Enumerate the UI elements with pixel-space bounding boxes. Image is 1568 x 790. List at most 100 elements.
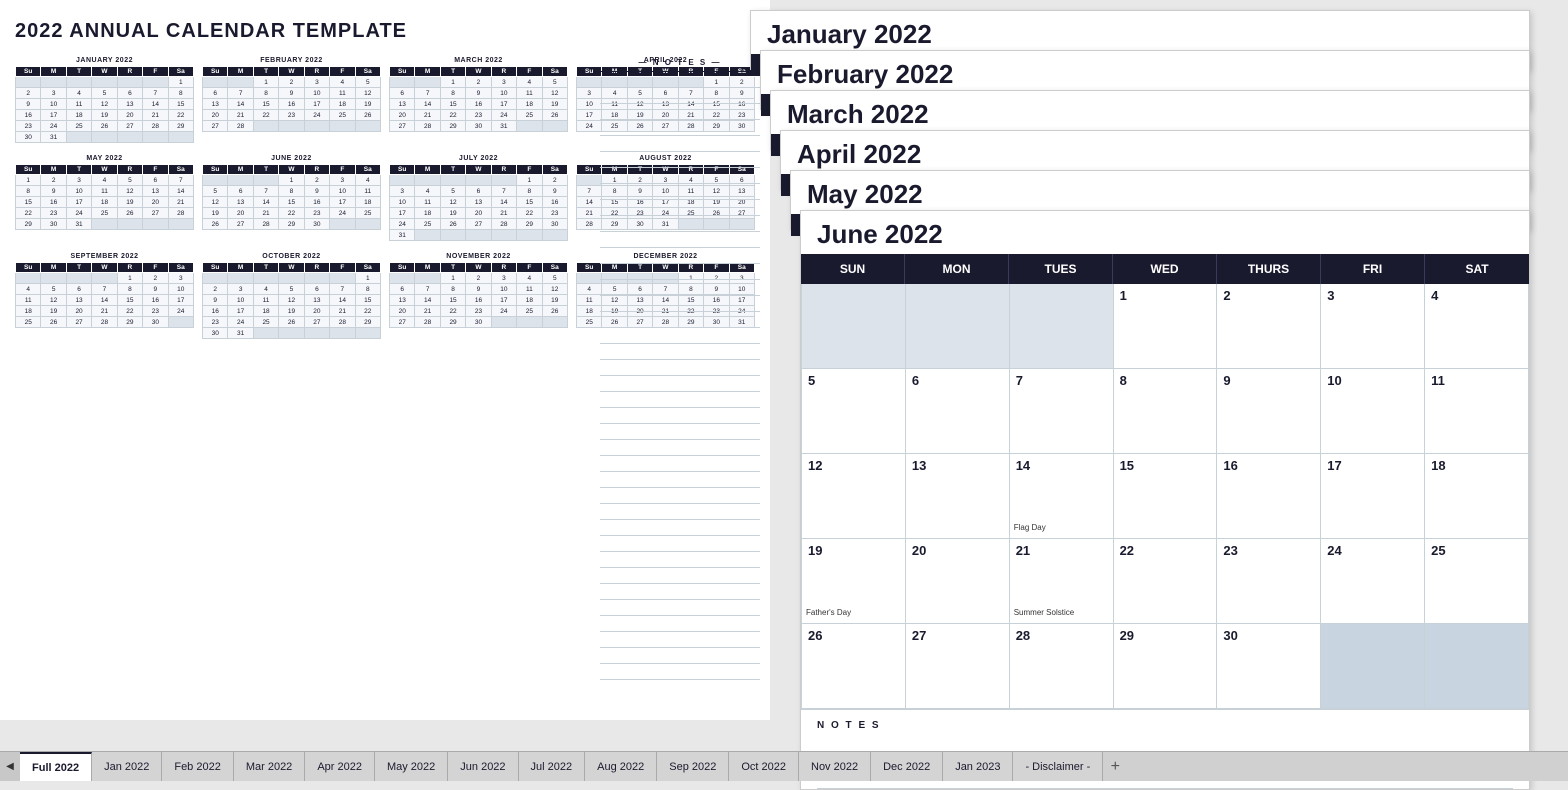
notes-line — [600, 456, 760, 472]
notes-line — [600, 440, 760, 456]
tab-jul-2022[interactable]: Jul 2022 — [519, 752, 586, 782]
mini-calendar-march: MARCH 2022SuMTWRFSa123456789101112131415… — [389, 57, 568, 143]
june-cell: 24 — [1321, 539, 1425, 624]
mini-calendar-may: MAY 2022SuMTWRFSa12345678910111213141516… — [15, 155, 194, 241]
june-cell: 30 — [1217, 624, 1321, 709]
notes-line — [600, 136, 760, 152]
june-cell: 18 — [1425, 454, 1529, 539]
notes-line — [600, 88, 760, 104]
tab-oct-2022[interactable]: Oct 2022 — [729, 752, 799, 782]
tab-add-button[interactable]: + — [1103, 752, 1127, 782]
notes-line — [600, 552, 760, 568]
tab-aug-2022[interactable]: Aug 2022 — [585, 752, 657, 782]
notes-line — [600, 312, 760, 328]
june-cell: 1 — [1114, 284, 1218, 369]
tab-sep-2022[interactable]: Sep 2022 — [657, 752, 729, 782]
tab---disclaimer--[interactable]: - Disclaimer - — [1013, 752, 1103, 782]
june-cell: 17 — [1321, 454, 1425, 539]
june-cell: 22 — [1114, 539, 1218, 624]
notes-line — [600, 344, 760, 360]
notes-line — [600, 184, 760, 200]
notes-line — [600, 120, 760, 136]
june-cell: 7 — [1010, 369, 1114, 454]
june-cell: 6 — [906, 369, 1010, 454]
tab-jun-2022[interactable]: Jun 2022 — [448, 752, 518, 782]
jan-title: January 2022 — [751, 11, 1529, 54]
notes-line — [600, 232, 760, 248]
notes-line — [600, 296, 760, 312]
june-header: SUNMONTUESWEDTHURSFRISAT — [801, 254, 1529, 284]
june-cell — [906, 284, 1010, 369]
june-cell: 11 — [1425, 369, 1529, 454]
tab-apr-2022[interactable]: Apr 2022 — [305, 752, 375, 782]
notes-line — [600, 408, 760, 424]
tab-dec-2022[interactable]: Dec 2022 — [871, 752, 943, 782]
notes-line — [600, 504, 760, 520]
notes-line — [600, 632, 760, 648]
notes-line — [600, 168, 760, 184]
notes-line — [600, 72, 760, 88]
notes-line — [600, 520, 760, 536]
notes-line — [600, 664, 760, 680]
notes-line — [600, 392, 760, 408]
notes-section: — N O T E S — — [600, 58, 760, 680]
june-cell: 10 — [1321, 369, 1425, 454]
may-title: May 2022 — [791, 171, 1529, 214]
notes-line — [600, 488, 760, 504]
june-cell: 28 — [1010, 624, 1114, 709]
apr-title: April 2022 — [781, 131, 1529, 174]
notes-line — [600, 600, 760, 616]
notes-line — [600, 648, 760, 664]
june-cell: 4 — [1425, 284, 1529, 369]
june-notes-label: N O T E S — [801, 709, 1529, 741]
notes-line — [600, 376, 760, 392]
tab-may-2022[interactable]: May 2022 — [375, 752, 448, 782]
tab-feb-2022[interactable]: Feb 2022 — [162, 752, 233, 782]
notes-line — [600, 536, 760, 552]
notes-line — [600, 248, 760, 264]
panel-june: June 2022 SUNMONTUESWEDTHURSFRISAT 12345… — [800, 210, 1530, 790]
mar-title: March 2022 — [771, 91, 1529, 134]
june-cell — [1425, 624, 1529, 709]
notes-line — [600, 152, 760, 168]
june-cell: 8 — [1114, 369, 1218, 454]
tab-nov-2022[interactable]: Nov 2022 — [799, 752, 871, 782]
notes-line — [600, 104, 760, 120]
june-cell: 25 — [1425, 539, 1529, 624]
tab-full-2022[interactable]: Full 2022 — [20, 752, 92, 782]
june-cell: 27 — [906, 624, 1010, 709]
june-cell — [1010, 284, 1114, 369]
tab-bar: ◀ Full 2022Jan 2022Feb 2022Mar 2022Apr 2… — [0, 751, 1568, 781]
jun-title: June 2022 — [801, 211, 1529, 254]
notes-line — [600, 280, 760, 296]
tab-jan-2022[interactable]: Jan 2022 — [92, 752, 162, 782]
notes-line — [600, 360, 760, 376]
june-cell: 20 — [906, 539, 1010, 624]
june-cell: 13 — [906, 454, 1010, 539]
mini-calendar-october: OCTOBER 2022SuMTWRFSa1234567891011121314… — [202, 253, 381, 339]
june-cell: 14Flag Day — [1010, 454, 1114, 539]
page-title: 2022 ANNUAL CALENDAR TEMPLATE — [15, 20, 755, 43]
mini-calendar-september: SEPTEMBER 2022SuMTWRFSa12345678910111213… — [15, 253, 194, 339]
tab-nav-prev[interactable]: ◀ — [0, 752, 20, 782]
notes-line — [600, 328, 760, 344]
june-cell: 9 — [1217, 369, 1321, 454]
june-calendar: SUNMONTUESWEDTHURSFRISAT 123456789101112… — [801, 254, 1529, 709]
mini-calendar-july: JULY 2022SuMTWRFSa1234567891011121314151… — [389, 155, 568, 241]
tab-jan-2023[interactable]: Jan 2023 — [943, 752, 1013, 782]
notes-line — [600, 472, 760, 488]
june-grid: 1234567891011121314Flag Day1516171819Fat… — [801, 284, 1529, 709]
notes-line — [600, 584, 760, 600]
june-cell: 26 — [802, 624, 906, 709]
notes-line — [600, 216, 760, 232]
june-cell: 21Summer Solstice — [1010, 539, 1114, 624]
notes-line — [600, 200, 760, 216]
june-cell: 12 — [802, 454, 906, 539]
june-cell: 19Father's Day — [802, 539, 906, 624]
mini-calendar-january: JANUARY 2022SuMTWRFSa1234567891011121314… — [15, 57, 194, 143]
mini-calendar-february: FEBRUARY 2022SuMTWRFSa123456789101112131… — [202, 57, 381, 143]
notes-title: — N O T E S — — [600, 58, 760, 67]
notes-line — [600, 616, 760, 632]
notes-line — [600, 264, 760, 280]
tab-mar-2022[interactable]: Mar 2022 — [234, 752, 305, 782]
